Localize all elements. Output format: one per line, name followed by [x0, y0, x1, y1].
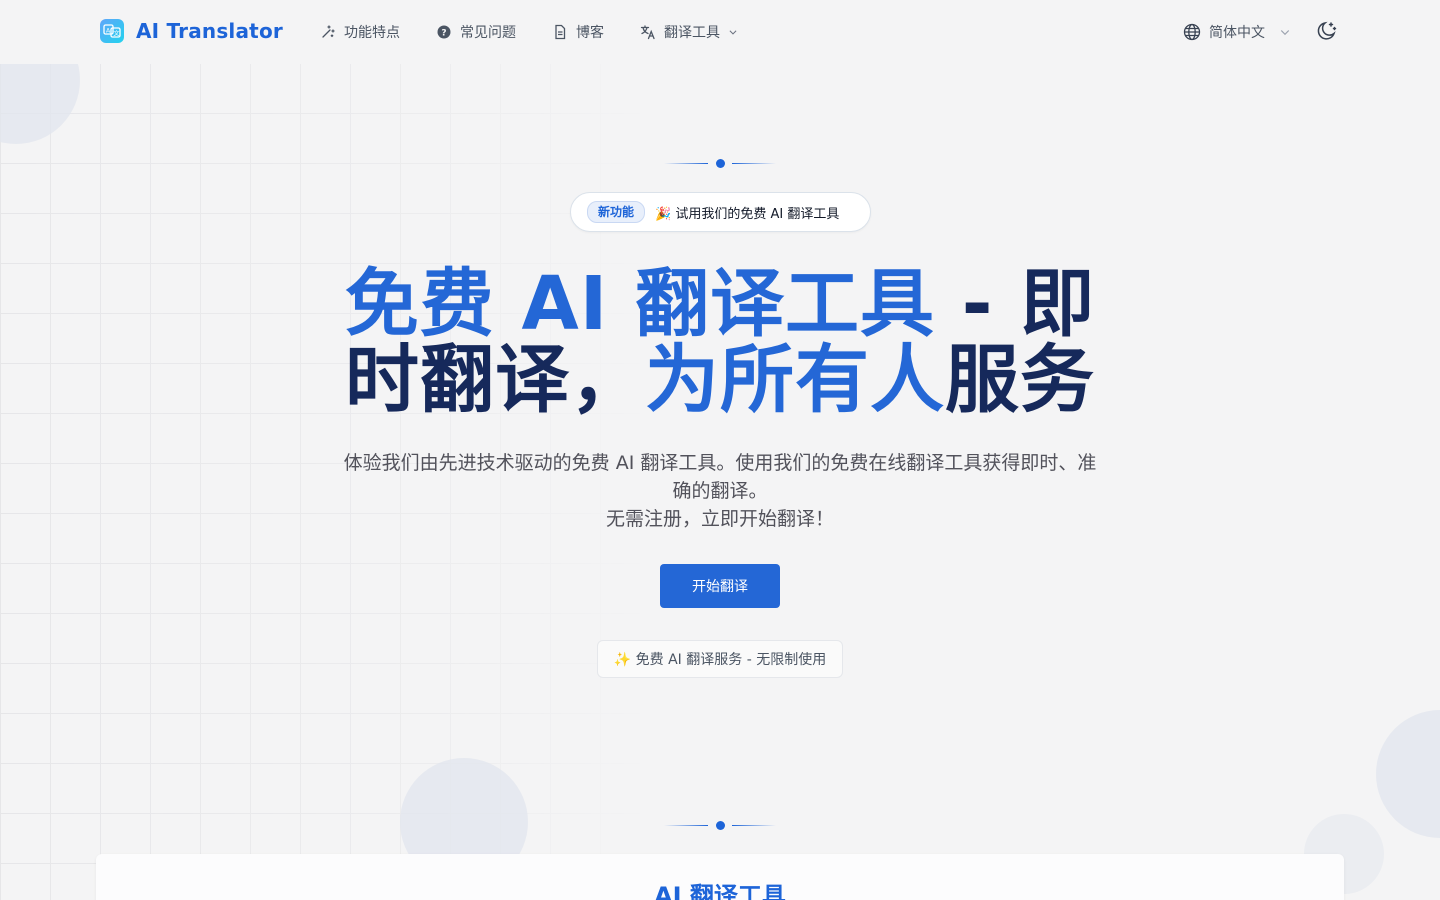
section-divider [660, 159, 780, 169]
hero-title-text: - 即 [935, 261, 1096, 347]
nav-item-label: 翻译工具 [664, 25, 720, 41]
nav-item-translate-tools[interactable]: 翻译工具 [640, 22, 738, 42]
hero-description-line: 体验我们由先进技术驱动的免费 AI 翻译工具。使用我们的免费在线翻译工具获得即时… [343, 452, 1097, 502]
new-feature-tag: 新功能 [587, 201, 646, 223]
announcement-text: 🎉 试用我们的免费 AI 翻译工具 [655, 206, 840, 222]
document-icon [555, 24, 566, 40]
hero-title-text: 时翻译， [345, 337, 645, 423]
chevron-down-icon [729, 30, 737, 35]
announcement-badge[interactable]: 新功能 🎉 试用我们的免费 AI 翻译工具 [570, 192, 871, 232]
language-selector[interactable]: 简体中文 [1183, 22, 1291, 42]
chevron-down-icon [1280, 30, 1290, 36]
hero-title-highlight: 为所有人 [645, 337, 945, 423]
hero-description-line: 无需注册，立即开始翻译！ [605, 508, 834, 530]
translate-icon [640, 25, 655, 40]
theme-toggle-button[interactable] [1316, 20, 1338, 42]
nav-item-label: 常见问题 [460, 25, 516, 41]
start-translate-button[interactable]: 开始翻译 [660, 564, 780, 608]
nav-item-label: 功能特点 [344, 25, 400, 41]
moon-icon [1317, 21, 1337, 40]
top-navbar: A 文 AI Translator 功能特点 ? 常见问题 博客 翻译工具 简体… [0, 0, 1440, 64]
section-divider [660, 821, 780, 831]
translate-logo-icon: A 文 [100, 19, 124, 43]
free-service-tag: ✨ 免费 AI 翻译服务 - 无限制使用 [597, 640, 843, 678]
nav-item-blog[interactable]: 博客 [552, 22, 604, 42]
brand-name: AI Translator [136, 19, 283, 43]
svg-text:文: 文 [114, 30, 120, 38]
translator-card: AI 翻译工具 [96, 854, 1344, 900]
hero-description: 体验我们由先进技术驱动的免费 AI 翻译工具。使用我们的免费在线翻译工具获得即时… [340, 449, 1100, 533]
nav-item-features[interactable]: 功能特点 [320, 22, 400, 42]
hero-title: 免费 AI 翻译工具 - 即 时翻译，为所有人服务 [340, 266, 1100, 418]
translator-title: AI 翻译工具 [654, 882, 786, 900]
sparkle-icon [322, 25, 335, 38]
language-label: 简体中文 [1209, 25, 1265, 41]
brand-link[interactable]: A 文 AI Translator [100, 19, 283, 43]
hero-title-text: 服务 [945, 337, 1095, 423]
nav-item-label: 博客 [576, 25, 604, 41]
question-circle-icon: ? [437, 25, 451, 39]
main-nav: 功能特点 ? 常见问题 博客 翻译工具 [320, 22, 738, 42]
globe-icon [1183, 23, 1201, 41]
svg-text:?: ? [441, 29, 446, 39]
hero-title-highlight: 免费 AI 翻译工具 [344, 261, 936, 347]
nav-item-faq[interactable]: ? 常见问题 [436, 22, 516, 42]
decorative-circle [1376, 710, 1440, 838]
